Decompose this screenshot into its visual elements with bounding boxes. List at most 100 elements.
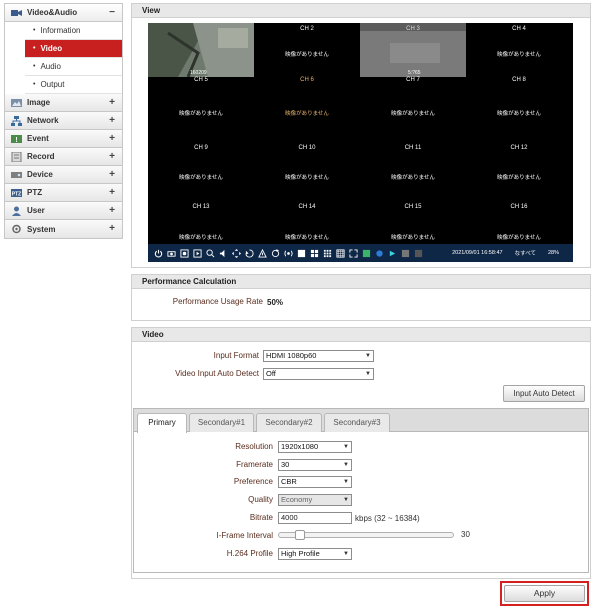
fullscreen-icon[interactable] xyxy=(349,248,358,258)
iframe-interval-slider[interactable] xyxy=(278,530,454,540)
tab-bar: Primary Secondary#1 Secondary#2 Secondar… xyxy=(134,409,588,433)
sidebar-item-image[interactable]: Image + xyxy=(5,94,122,112)
camera-cell-10[interactable]: CH 10 映像がありません xyxy=(254,140,360,194)
input-format-row: Input Format xyxy=(133,351,259,360)
channel-label: CH 13 xyxy=(192,204,210,210)
expand-icon[interactable]: + xyxy=(109,205,115,216)
sidebar-item-video-audio[interactable]: Video&Audio − xyxy=(5,4,122,22)
auto-detect-label: Video Input Auto Detect xyxy=(175,369,259,378)
sidebar-item-user[interactable]: User + xyxy=(5,202,122,220)
camera-cell-11[interactable]: CH 11 映像がありません xyxy=(360,140,466,194)
event-icon[interactable] xyxy=(258,248,267,258)
camera-cell-6[interactable]: CH 6 映像がありません xyxy=(254,77,360,136)
system-icon xyxy=(12,224,21,234)
chevron-down-icon: ▼ xyxy=(343,444,349,450)
no-video-text: 映像がありません xyxy=(497,235,541,241)
camera-image xyxy=(148,23,254,77)
power-icon[interactable] xyxy=(154,249,163,258)
sidebar-subitem-audio[interactable]: • Audio xyxy=(25,58,122,76)
record-icon[interactable] xyxy=(180,248,189,258)
tab-primary[interactable]: Primary xyxy=(137,413,187,433)
camera-cell-5[interactable]: CH 5 映像がありません xyxy=(148,77,254,136)
bullet-icon: • xyxy=(33,45,36,52)
input-auto-detect-button[interactable]: Input Auto Detect xyxy=(503,385,585,402)
expand-icon[interactable]: + xyxy=(109,97,115,108)
sidebar-item-ptz[interactable]: PTZ PTZ + xyxy=(5,184,122,202)
camera-cell-3[interactable]: CH 3 5:?65 xyxy=(360,23,466,77)
layout-1-icon[interactable] xyxy=(297,249,306,258)
sidebar-item-record[interactable]: Record + xyxy=(5,148,122,166)
camera-grid[interactable]: 160209 CH 2 映像がありません CH 3 5:?65 CH 4 映像が… xyxy=(148,23,573,262)
input-format-label: Input Format xyxy=(213,351,259,360)
video-audio-icon xyxy=(11,9,22,16)
camera-cell-8[interactable]: CH 8 映像がありません xyxy=(466,77,572,136)
framerate-select[interactable]: 30 ▼ xyxy=(278,459,352,471)
channel-label: CH 2 xyxy=(300,26,314,32)
camera-timestamp: 5:?65 xyxy=(408,70,421,76)
sidebar-item-device[interactable]: Device + xyxy=(5,166,122,184)
channel-label: CH 8 xyxy=(512,77,526,83)
resolution-select[interactable]: 1920x1080 ▼ xyxy=(278,441,352,453)
quality-select[interactable]: Economy ▼ xyxy=(278,494,352,506)
ptz-move-icon[interactable] xyxy=(232,248,241,258)
sidebar-item-system[interactable]: System + xyxy=(5,220,122,238)
expand-icon[interactable]: + xyxy=(109,169,115,180)
panel-title: Video xyxy=(132,328,590,342)
panel-title: Performance Calculation xyxy=(132,275,590,289)
h264-profile-value: High Profile xyxy=(281,549,320,558)
camera-cell-7[interactable]: CH 7 映像がありません xyxy=(360,77,466,136)
camera-cell-2[interactable]: CH 2 映像がありません xyxy=(254,23,360,77)
expand-icon[interactable]: + xyxy=(109,187,115,198)
channel-group-select[interactable]: なすべて xyxy=(515,249,536,257)
status-gray-icon xyxy=(401,249,410,257)
collapse-icon[interactable]: − xyxy=(109,7,115,18)
sidebar-subitem-information[interactable]: • Information xyxy=(25,22,122,40)
slider-handle[interactable] xyxy=(295,530,305,540)
playback-icon[interactable] xyxy=(193,248,202,258)
refresh-icon[interactable] xyxy=(271,248,280,258)
channel-label: CH 3 xyxy=(406,26,420,32)
camera-cell-12[interactable]: CH 12 映像がありません xyxy=(466,140,572,194)
sidebar-item-network[interactable]: Network + xyxy=(5,112,122,130)
no-video-text: 映像がありません xyxy=(285,175,329,181)
h264-profile-select[interactable]: High Profile ▼ xyxy=(278,548,352,560)
apply-button[interactable]: Apply xyxy=(504,585,585,602)
quality-row: Quality xyxy=(133,495,273,504)
layout-16-icon[interactable] xyxy=(336,248,345,258)
svg-text:!: ! xyxy=(15,137,17,144)
image-icon xyxy=(11,98,22,107)
no-video-text: 映像がありません xyxy=(285,111,329,117)
tab-secondary-2[interactable]: Secondary#2 xyxy=(256,413,322,432)
sidebar-subitem-output[interactable]: • Output xyxy=(25,76,122,94)
camera-cell-1[interactable]: 160209 xyxy=(148,23,254,77)
resolution-label: Resolution xyxy=(235,442,273,451)
expand-icon[interactable]: + xyxy=(109,133,115,144)
no-video-text: 映像がありません xyxy=(179,111,223,117)
channel-label: CH 5 xyxy=(194,77,208,83)
expand-icon[interactable]: + xyxy=(109,115,115,126)
expand-icon[interactable]: + xyxy=(109,223,115,234)
tab-secondary-1[interactable]: Secondary#1 xyxy=(189,413,254,432)
zoom-icon[interactable] xyxy=(206,248,215,258)
bitrate-row: Bitrate xyxy=(133,513,273,522)
preference-select[interactable]: CBR ▼ xyxy=(278,476,352,488)
camera-cell-9[interactable]: CH 9 映像がありません xyxy=(148,140,254,194)
auto-detect-select[interactable]: Off ▼ xyxy=(263,368,374,380)
tab-secondary-3[interactable]: Secondary#3 xyxy=(324,413,390,432)
input-format-select[interactable]: HDMI 1080p60 ▼ xyxy=(263,350,374,362)
bitrate-input[interactable]: 4000 xyxy=(278,512,352,524)
sidebar-item-event[interactable]: ! Event + xyxy=(5,130,122,148)
layout-4-icon[interactable] xyxy=(310,249,319,258)
no-video-text: 映像がありません xyxy=(497,175,541,181)
auto-detect-value: Off xyxy=(266,369,276,378)
camera-cell-4[interactable]: CH 4 映像がありません xyxy=(466,23,572,77)
audio-icon[interactable] xyxy=(219,249,228,258)
sidebar-subitem-video[interactable]: • Video xyxy=(25,40,122,58)
camera-icon[interactable] xyxy=(167,249,176,258)
sidebar-item-label: System xyxy=(27,224,56,234)
framerate-label: Framerate xyxy=(236,460,273,469)
layout-9-icon[interactable] xyxy=(323,249,332,258)
sequence-icon[interactable] xyxy=(245,248,254,258)
expand-icon[interactable]: + xyxy=(109,151,115,162)
broadcast-icon[interactable] xyxy=(284,249,293,258)
